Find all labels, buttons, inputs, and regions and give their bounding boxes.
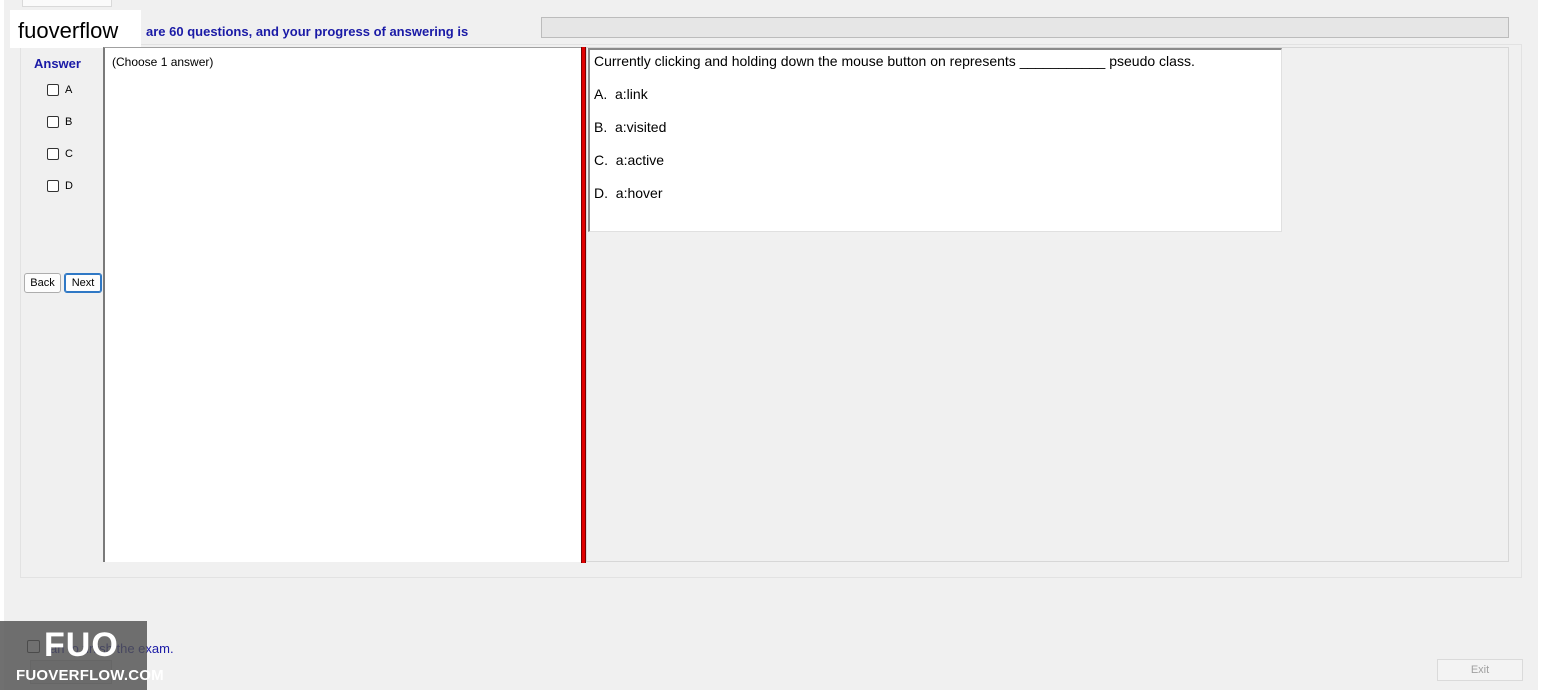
answer-option-d[interactable]: D — [47, 180, 73, 192]
progress-text: are 60 questions, and your progress of a… — [146, 24, 469, 39]
watermark-logo: FUO — [44, 626, 119, 664]
checkbox-a[interactable] — [47, 84, 59, 96]
choice-a: A. a:link — [594, 86, 648, 102]
option-label-b: B — [65, 116, 73, 128]
progress-bar — [541, 17, 1509, 38]
watermark-domain: FUOVERFLOW.COM — [16, 667, 164, 684]
answer-option-b[interactable]: B — [47, 116, 72, 128]
answer-title: Answer — [34, 56, 81, 71]
option-label-a: A — [65, 84, 73, 96]
checkbox-b[interactable] — [47, 116, 59, 128]
option-label-d: D — [65, 180, 73, 192]
watermark-top-text: fuoverflow — [18, 18, 119, 43]
answer-option-c[interactable]: C — [47, 148, 73, 160]
choice-b: B. a:visited — [594, 119, 667, 135]
question-box: Currently clicking and holding down the … — [588, 48, 1282, 232]
option-label-c: C — [65, 148, 73, 160]
choose-instruction: (Choose 1 answer) — [112, 55, 214, 69]
next-button[interactable]: Next — [64, 273, 102, 293]
answer-option-a[interactable]: A — [47, 84, 72, 96]
checkbox-c[interactable] — [47, 148, 59, 160]
exit-button[interactable]: Exit — [1437, 659, 1523, 681]
choice-c: C. a:active — [594, 152, 665, 168]
back-button[interactable]: Back — [24, 273, 61, 293]
question-text: Currently clicking and holding down the … — [594, 53, 1195, 69]
checkbox-d[interactable] — [47, 180, 59, 192]
watermark-top: fuoverflow — [10, 10, 141, 48]
answer-note-box[interactable]: (Choose 1 answer) — [103, 47, 581, 562]
choice-d: D. a:hover — [594, 185, 663, 201]
top-tab[interactable] — [22, 0, 112, 7]
